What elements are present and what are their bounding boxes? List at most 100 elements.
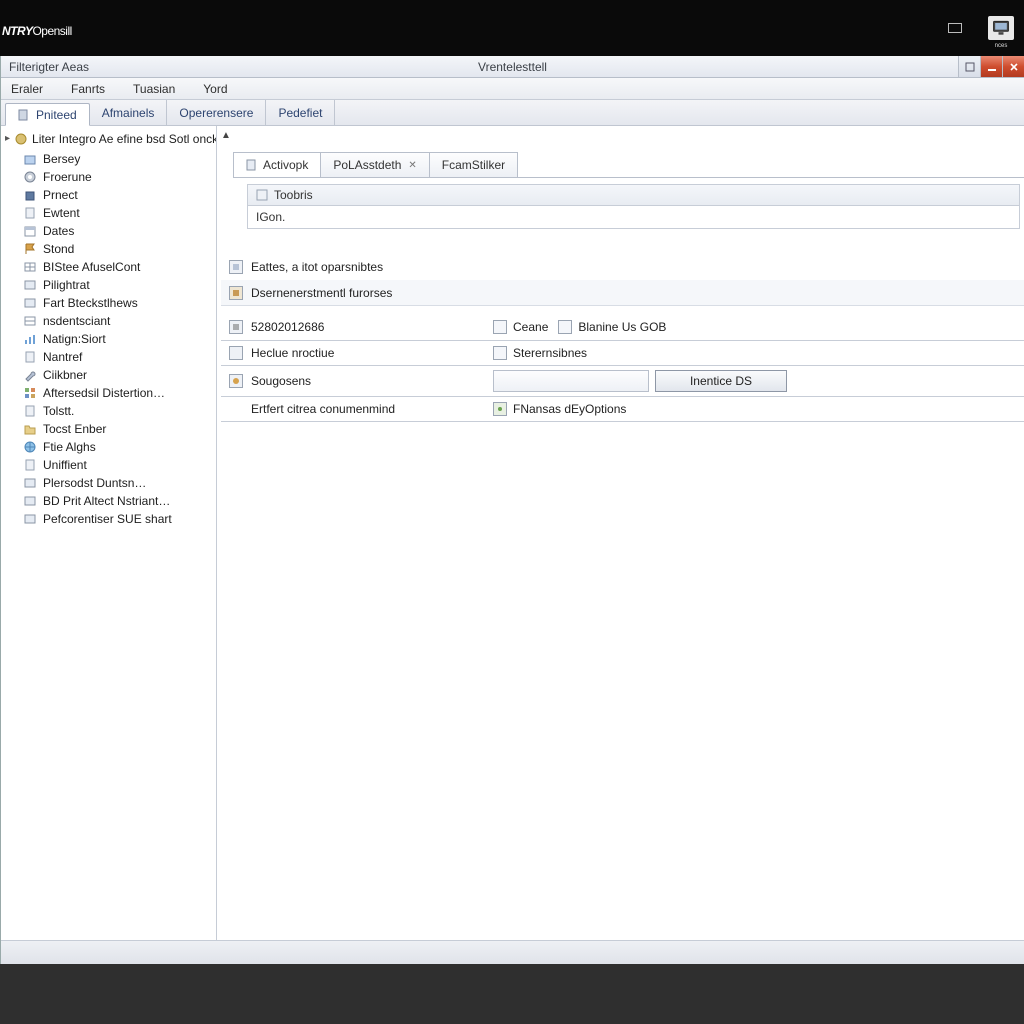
tray-caption: nces [995, 43, 1008, 49]
property-row: Heclue nroctiue Sterernsibnes [221, 340, 1024, 366]
menu-item[interactable]: Eraler [11, 82, 43, 96]
globe-icon [23, 440, 37, 454]
content-pane: ▲ Activopk PoLAsstdeth ✕ FcamStilker [217, 126, 1024, 940]
scroll-up-arrow-icon[interactable]: ▲ [221, 130, 231, 141]
tree-item[interactable]: Dates [1, 222, 216, 240]
gear-icon [23, 170, 37, 184]
tree-item[interactable]: Plersodst Duntsn… [1, 474, 216, 492]
property-row: Sougosens Inentice DS [221, 366, 1024, 396]
tree-item[interactable]: Natign:Siort [1, 330, 216, 348]
tree-item[interactable]: BIStee AfuselCont [1, 258, 216, 276]
main-window: Filterigter Aeas Vrentelesttell Eraler F… [0, 56, 1024, 964]
tree-item[interactable]: Fart Bteckstlhews [1, 294, 216, 312]
menu-item[interactable]: Tuasian [133, 82, 175, 96]
fields-row[interactable]: IGon. [248, 206, 1019, 228]
main-tab[interactable]: Pedefiet [266, 100, 335, 125]
tree-item[interactable]: Ftie Alghs [1, 438, 216, 456]
tree-item[interactable]: BD Prit Altect Nstriant… [1, 492, 216, 510]
titlebar-close-button[interactable] [1002, 56, 1024, 77]
tree-item[interactable]: Pilightrat [1, 276, 216, 294]
table-icon [23, 260, 37, 274]
tree-item[interactable]: Froerune [1, 168, 216, 186]
page-icon [23, 458, 37, 472]
system-tray-icon[interactable]: nces [988, 16, 1014, 40]
property-icon [229, 346, 243, 360]
app-topbar: NTRYOpensill nces [0, 0, 1024, 56]
section-label: Dsernenerstmentl furorses [251, 286, 392, 300]
list-icon [23, 512, 37, 526]
tree-item[interactable]: Nantref [1, 348, 216, 366]
main-tab-active[interactable]: Pniteed [5, 103, 90, 126]
property-label: Ertfert citrea conumenmind [251, 402, 395, 416]
wrench-icon [23, 368, 37, 382]
form-icon [256, 189, 268, 201]
tree-item-label: nsdentsciant [43, 314, 110, 328]
brand-logo: NTRYOpensill [0, 15, 72, 41]
fields-header-label: Toobris [274, 188, 313, 202]
list-icon [23, 476, 37, 490]
tree-item-label: BIStee AfuselCont [43, 260, 140, 274]
menu-item[interactable]: Yord [203, 82, 227, 96]
tree-item[interactable]: Ewtent [1, 204, 216, 222]
section-label: Eattes, a itot oparsnibtes [251, 260, 383, 274]
menu-item[interactable]: Fanrts [71, 82, 105, 96]
tree-item[interactable]: Tocst Enber [1, 420, 216, 438]
tree-item-label: Pilightrat [43, 278, 90, 292]
id-icon [229, 320, 243, 334]
tree-item-label: Froerune [43, 170, 92, 184]
action-button[interactable]: Inentice DS [655, 370, 787, 392]
tree-item[interactable]: Uniffient [1, 456, 216, 474]
tree-item[interactable]: Stond [1, 240, 216, 258]
titlebar-help-button[interactable] [958, 56, 980, 77]
fields-row-label: IGon. [256, 210, 285, 224]
detail-tab-label: Activopk [263, 158, 308, 172]
main-tab-label: Opererensere [179, 106, 253, 120]
detail-tab[interactable]: PoLAsstdeth ✕ [320, 152, 429, 177]
tree-item[interactable]: Tolstt. [1, 402, 216, 420]
monitor-icon [991, 18, 1011, 38]
tree-item-label: Natign:Siort [43, 332, 106, 346]
titlebar-minimize-button[interactable] [980, 56, 1002, 77]
main-tab[interactable]: Opererensere [167, 100, 266, 125]
root-icon [14, 132, 28, 146]
detail-tab-active[interactable]: Activopk [233, 152, 321, 177]
tree-item-label: Stond [43, 242, 74, 256]
property-dropdown[interactable] [493, 370, 649, 392]
brand-thin: Opensill [32, 24, 71, 38]
property-row: 52802012686 Ceane Blanine Us GOB [221, 314, 1024, 340]
detail-tab-label: PoLAsstdeth [333, 158, 401, 172]
calendar-icon [23, 224, 37, 238]
property-icon [229, 374, 243, 388]
tree-item-label: Uniffient [43, 458, 87, 472]
tree-root[interactable]: ▸ Liter Integro Ae efine bsd Sotl onckre… [1, 128, 216, 150]
tree-item[interactable]: Aftersedsil Distertion… [1, 384, 216, 402]
page-icon [23, 404, 37, 418]
close-icon[interactable]: ✕ [408, 160, 416, 171]
section-row: Dsernenerstmentl furorses [221, 280, 1024, 306]
chip-icon [493, 402, 507, 416]
desktop-taskbar [0, 964, 1024, 1024]
tree-item[interactable]: Ciikbner [1, 366, 216, 384]
tree-item[interactable]: Bersey [1, 150, 216, 168]
tree-item-label: Plersodst Duntsn… [43, 476, 146, 490]
tree-item-label: Ewtent [43, 206, 80, 220]
tree-expand-icon[interactable]: ▸ [5, 133, 10, 144]
property-value: Blanine Us GOB [578, 320, 666, 334]
main-tab[interactable]: Afmainels [90, 100, 168, 125]
window-body: ▸ Liter Integro Ae efine bsd Sotl onckre… [1, 126, 1024, 940]
tree-item[interactable]: Pefcorentiser SUE shart [1, 510, 216, 528]
tree-item[interactable]: Prnect [1, 186, 216, 204]
tree-item-label: Ftie Alghs [43, 440, 96, 454]
detail-tab[interactable]: FcamStilker [429, 152, 518, 177]
property-label: 52802012686 [251, 320, 324, 334]
tree-item-label: Nantref [43, 350, 82, 364]
window-minimize-icon[interactable] [948, 23, 962, 33]
cube-icon [23, 152, 37, 166]
document-icon [18, 109, 30, 121]
page-icon [23, 206, 37, 220]
tree-item[interactable]: nsdentsciant [1, 312, 216, 330]
folder-icon [23, 422, 37, 436]
fields-panel-header[interactable]: Toobris [248, 185, 1019, 206]
window-titlebar: Filterigter Aeas Vrentelesttell [1, 56, 1024, 78]
property-value: FNansas dEyOptions [513, 402, 626, 416]
